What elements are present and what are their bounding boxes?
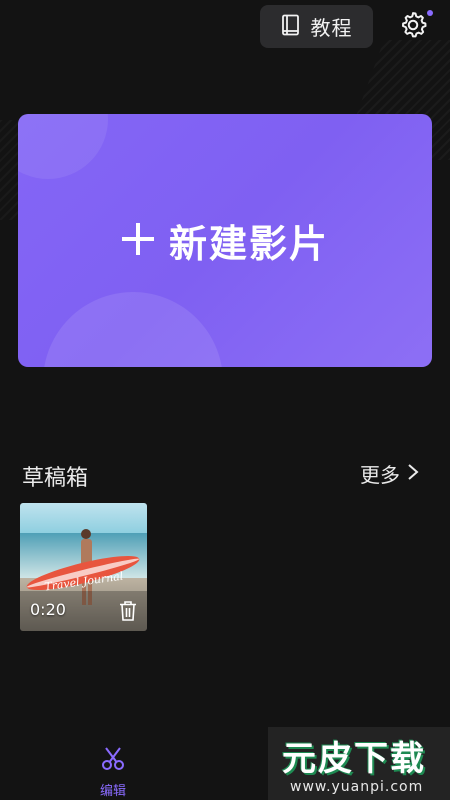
tutorial-label: 教程 xyxy=(310,16,353,40)
plus-icon xyxy=(121,222,155,260)
gear-icon xyxy=(398,10,428,44)
new-project-label: 新建影片 xyxy=(168,222,329,266)
new-project-button[interactable]: 新建影片 xyxy=(18,114,432,367)
draft-item[interactable]: Travel Journal 0:20 xyxy=(20,503,147,631)
nav-item-edit[interactable]: 编辑 xyxy=(92,746,134,799)
trash-icon[interactable] xyxy=(118,600,138,622)
nav-edit-label: 编辑 xyxy=(99,784,126,799)
scissors-icon xyxy=(100,746,126,776)
drafts-title: 草稿箱 xyxy=(22,466,89,491)
watermark: 元皮下载 www.yuanpi.com xyxy=(268,727,450,800)
watermark-url: www.yuanpi.com xyxy=(290,779,424,795)
tutorial-button[interactable]: 教程 xyxy=(260,5,373,48)
notification-dot xyxy=(427,10,433,16)
app-screen: 教程 新建影片 草稿箱 更多 Travel Journal 0:20 编辑 元皮… xyxy=(0,0,450,800)
more-label: 更多 xyxy=(360,463,400,487)
draft-duration: 0:20 xyxy=(30,600,66,619)
chevron-right-icon xyxy=(406,462,420,486)
book-icon xyxy=(281,14,301,40)
watermark-title: 元皮下载 xyxy=(282,739,426,779)
more-drafts-link[interactable]: 更多 xyxy=(360,459,420,488)
